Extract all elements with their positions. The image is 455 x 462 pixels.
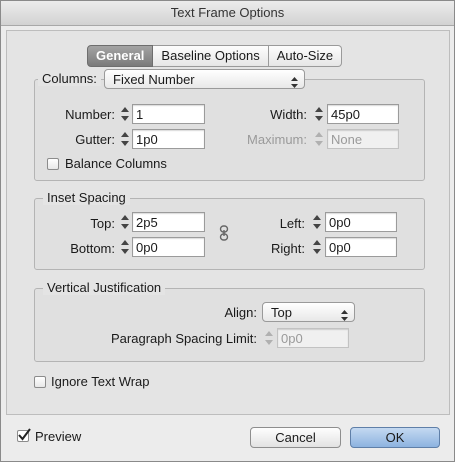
inset-spacing-legend: Inset Spacing [43, 190, 130, 205]
inset-bottom-field[interactable]: 0p0 [132, 237, 205, 257]
maximum-label: Maximum: [247, 132, 307, 147]
inset-right-label: Right: [271, 241, 305, 256]
preview-label: Preview [35, 429, 82, 444]
tab-baseline-options[interactable]: Baseline Options [153, 45, 269, 67]
number-field[interactable]: 1 [132, 104, 205, 124]
inset-left-stepper-icon[interactable] [311, 212, 323, 232]
window-title: Text Frame Options [1, 1, 454, 26]
ok-button[interactable]: OK [350, 427, 440, 448]
checkmark-icon [18, 428, 31, 441]
inset-right-field[interactable]: 0p0 [325, 237, 397, 257]
tab-auto-size[interactable]: Auto-Size [268, 45, 343, 67]
chain-link-icon[interactable] [218, 225, 230, 241]
gutter-label: Gutter: [75, 132, 115, 147]
align-label: Align: [224, 305, 257, 320]
ignore-text-wrap-checkbox[interactable] [34, 376, 46, 388]
ignore-text-wrap-label: Ignore Text Wrap [51, 374, 150, 389]
width-stepper-icon[interactable] [313, 104, 325, 124]
vertical-justification-legend: Vertical Justification [43, 280, 166, 295]
gutter-field[interactable]: 1p0 [132, 129, 205, 149]
inset-top-label: Top: [90, 216, 115, 231]
paragraph-spacing-field: 0p0 [277, 328, 349, 348]
inset-left-label: Left: [279, 216, 305, 231]
inset-top-field[interactable]: 2p5 [132, 212, 205, 232]
number-label: Number: [65, 107, 115, 122]
cancel-button[interactable]: Cancel [250, 427, 341, 448]
preview-checkbox[interactable] [17, 428, 31, 442]
columns-type-select[interactable]: Fixed Number [104, 69, 305, 89]
vertical-justification-group [34, 288, 425, 362]
width-field[interactable]: 45p0 [327, 104, 399, 124]
up-down-chevron-icon [291, 74, 298, 93]
balance-columns-label: Balance Columns [65, 156, 167, 171]
maximum-stepper-icon [313, 129, 325, 149]
balance-columns-checkbox[interactable] [47, 158, 59, 170]
gutter-stepper-icon[interactable] [119, 129, 131, 149]
columns-type-value: Fixed Number [113, 72, 195, 87]
width-label: Width: [270, 107, 307, 122]
up-down-chevron-icon [341, 307, 348, 326]
columns-label: Columns: [38, 71, 101, 86]
inset-bottom-stepper-icon[interactable] [119, 237, 131, 257]
inset-left-field[interactable]: 0p0 [325, 212, 397, 232]
maximum-field: None [327, 129, 399, 149]
align-select[interactable]: Top [262, 302, 355, 322]
number-stepper-icon[interactable] [119, 104, 131, 124]
paragraph-spacing-label: Paragraph Spacing Limit: [111, 331, 257, 346]
inset-bottom-label: Bottom: [70, 241, 115, 256]
inset-right-stepper-icon[interactable] [311, 237, 323, 257]
align-value: Top [271, 305, 292, 320]
text-frame-options-dialog: Text Frame Options General Baseline Opti… [0, 0, 455, 462]
paragraph-spacing-stepper-icon [263, 328, 275, 348]
tab-general[interactable]: General [87, 45, 154, 67]
tab-bar: General Baseline Options Auto-Size [87, 45, 343, 67]
inset-top-stepper-icon[interactable] [119, 212, 131, 232]
